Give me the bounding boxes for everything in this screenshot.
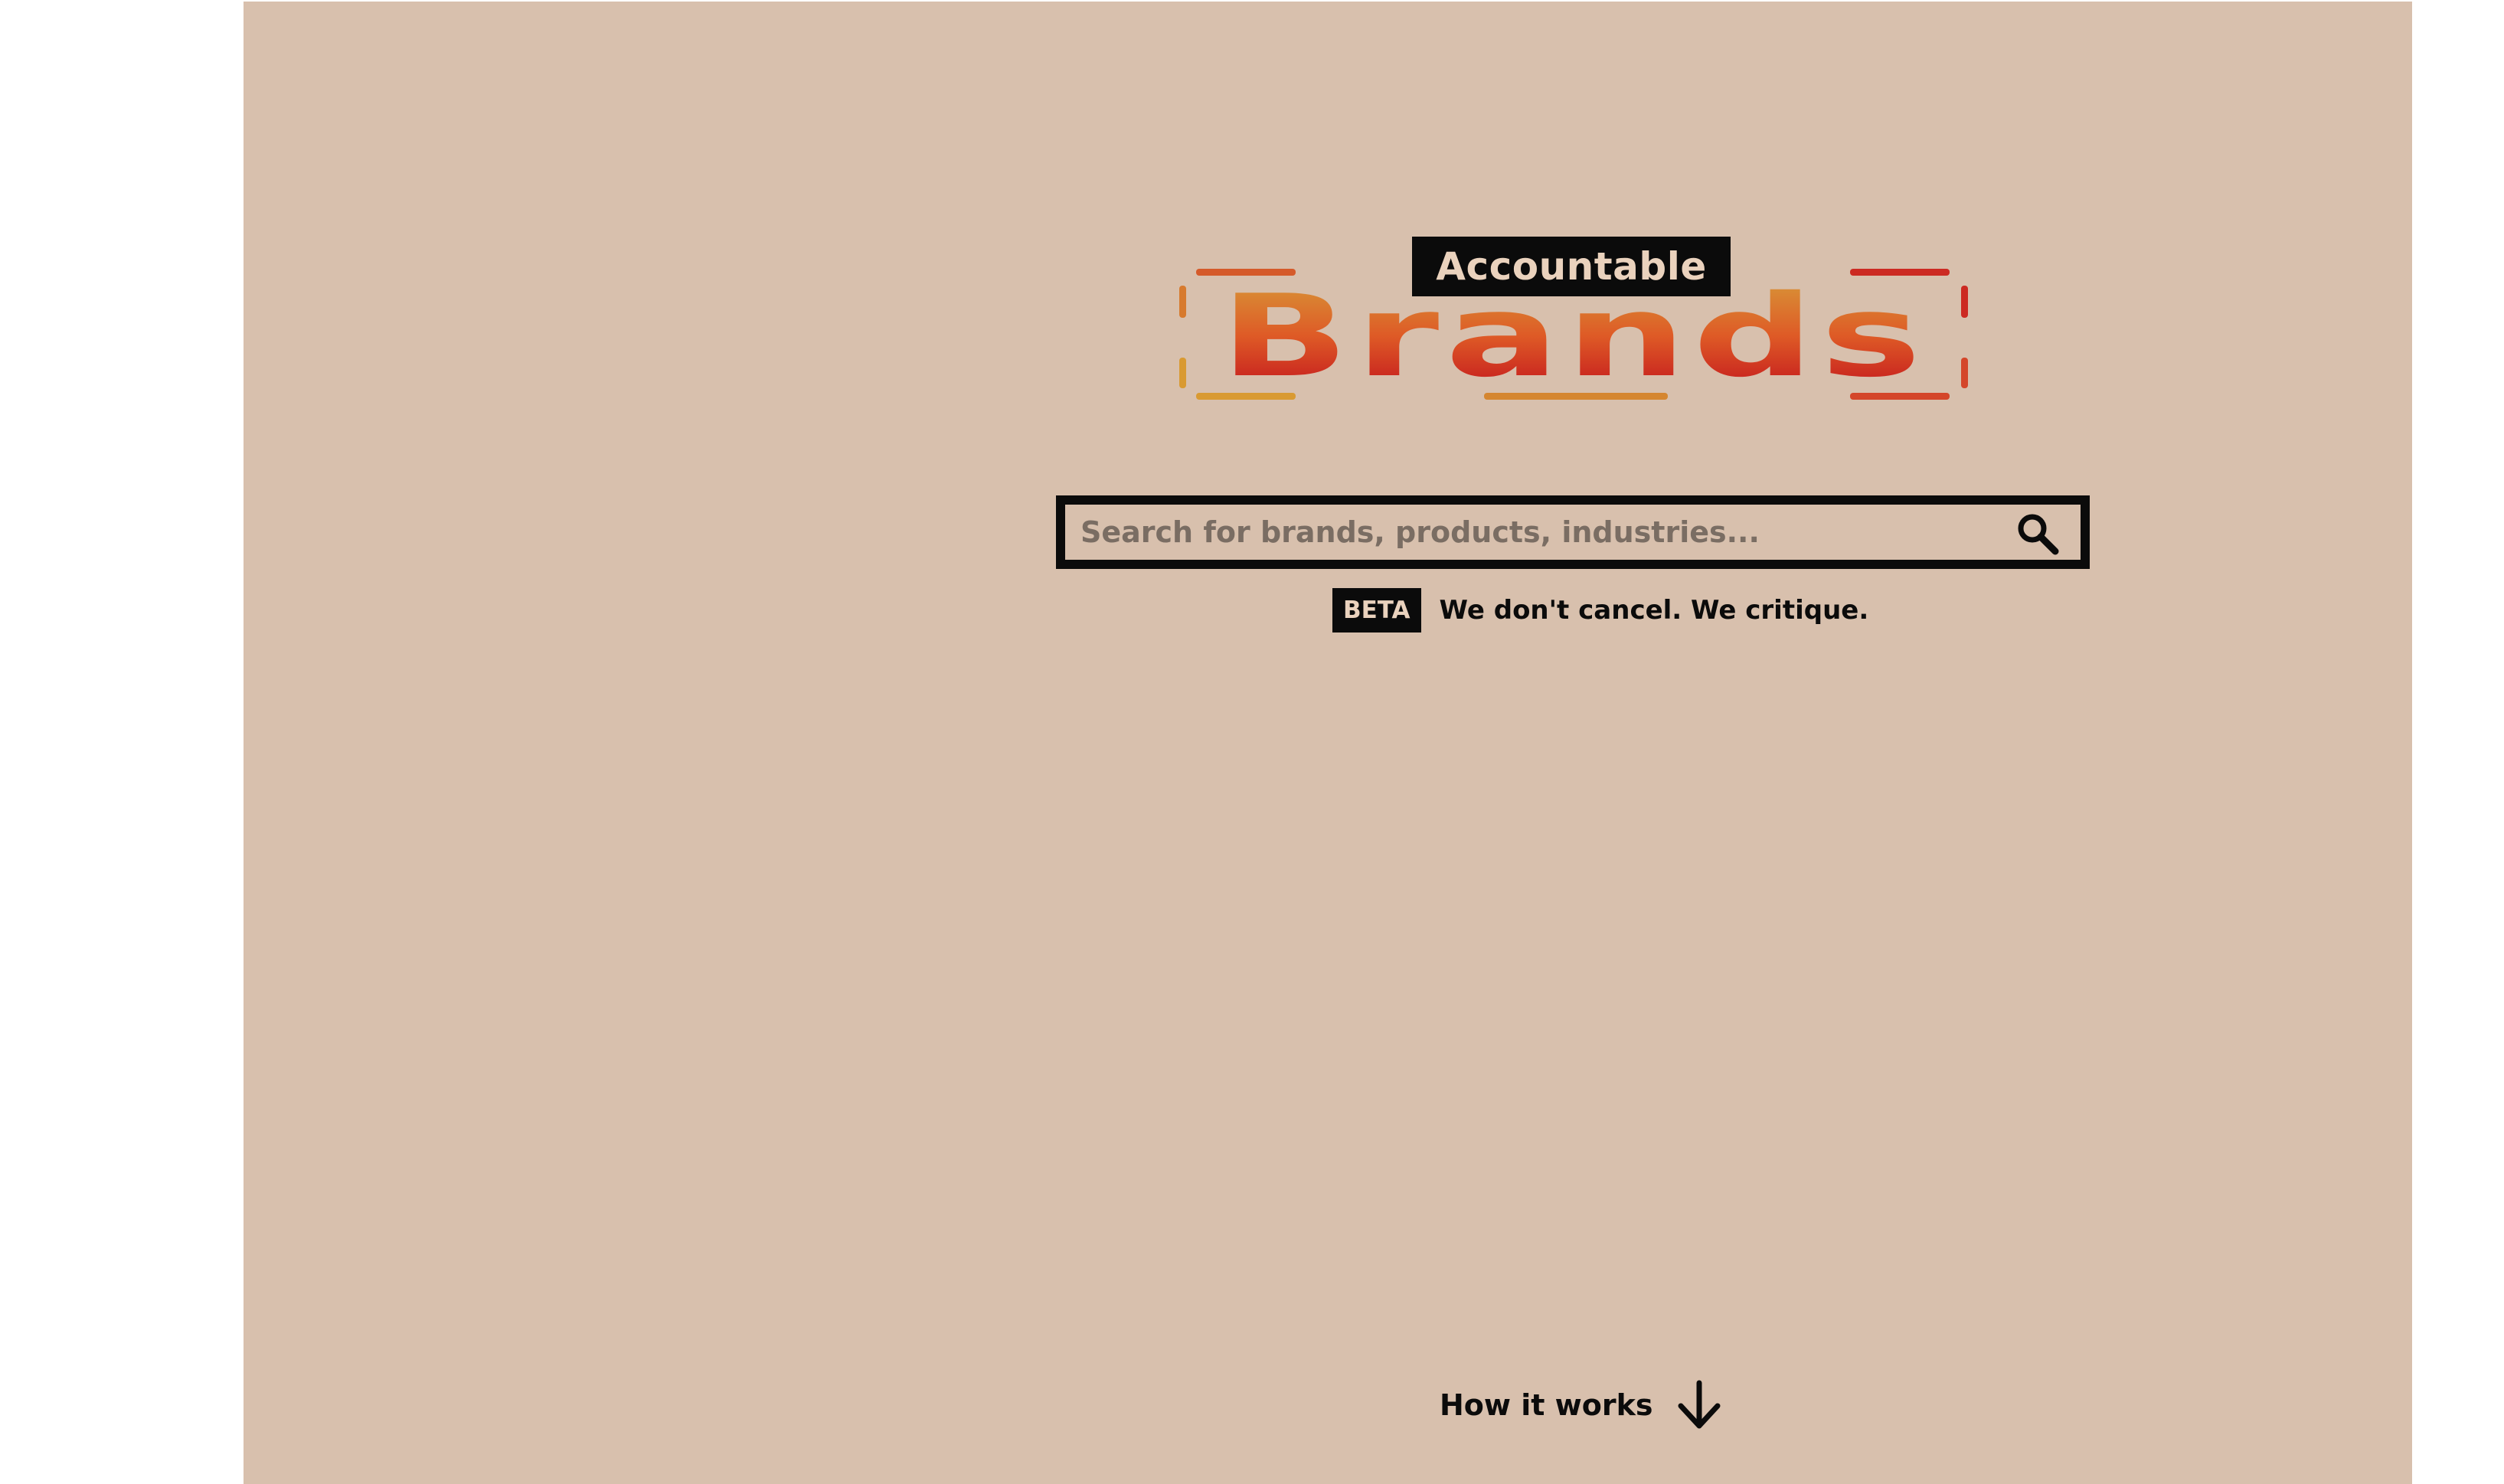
tagline-text: We don't cancel. We critique. [1439,595,1869,626]
logo-tag: Accountable [1412,237,1731,296]
tagline: BETA We don't cancel. We critique. [1332,588,1868,632]
accountable-brands-logo[interactable]: Brands Accountable [1179,237,1968,404]
how-it-works-label: How it works [1440,1388,1653,1422]
page-background: Brands Accountable BETA We don't cancel.… [244,2,2412,1484]
arrow-down-icon [1678,1380,1721,1429]
logo-wordmark: Brands [1081,279,2066,393]
beta-badge: BETA [1332,588,1421,632]
search-icon[interactable] [2015,511,2061,557]
how-it-works-link[interactable]: How it works [1440,1378,1722,1432]
search-input[interactable] [1080,505,1961,560]
search-bar [1056,495,2090,569]
